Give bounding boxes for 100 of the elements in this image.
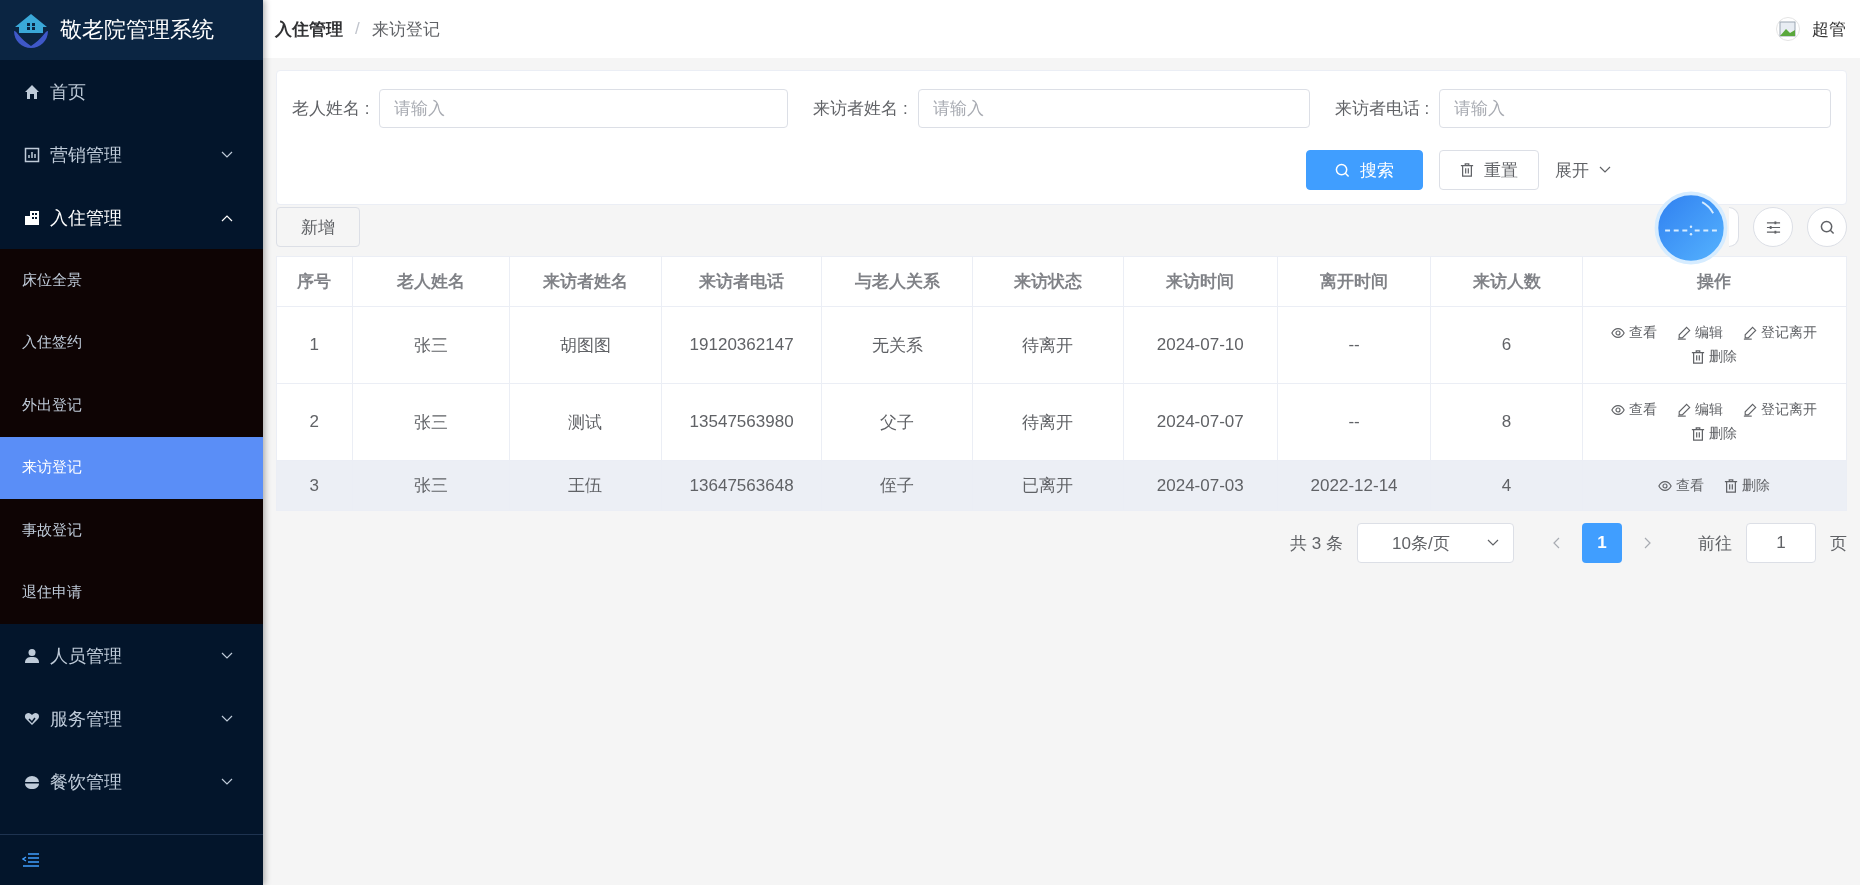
- delete-link[interactable]: 删除: [1691, 348, 1738, 366]
- page-suffix: 页: [1830, 532, 1847, 555]
- input-field[interactable]: 请输入: [917, 89, 1310, 128]
- menu-item[interactable]: 营销管理: [0, 123, 263, 186]
- column-header: 来访者电话: [661, 256, 822, 307]
- pencil-icon: [1743, 326, 1758, 340]
- chevron-down-icon: [1599, 166, 1611, 174]
- reset-button[interactable]: 重置: [1439, 150, 1539, 190]
- pencil-icon: [1743, 403, 1758, 417]
- submenu-item[interactable]: 事故登记: [0, 499, 263, 562]
- eye-icon: [1611, 403, 1626, 417]
- table-cell: 待离开: [972, 383, 1124, 461]
- column-header: 操作: [1582, 256, 1847, 307]
- table-cell: 侄子: [822, 460, 973, 511]
- table-cell: 王伍: [509, 460, 662, 511]
- table-cell: 2022-12-14: [1277, 460, 1431, 511]
- view-link[interactable]: 查看: [1611, 324, 1658, 342]
- field-label: 来访者姓名 :: [813, 98, 908, 120]
- edit-link[interactable]: 登记离开: [1743, 401, 1818, 419]
- broken-image-icon: [1776, 17, 1800, 41]
- building-icon: [24, 209, 40, 226]
- bar-chart-icon: [24, 146, 40, 163]
- table-cell: 2024-07-03: [1123, 460, 1278, 511]
- menu-fold-icon[interactable]: [22, 853, 40, 867]
- search-toggle-button[interactable]: [1807, 207, 1847, 247]
- table-cell: 13547563980: [661, 383, 822, 461]
- column-header: 来访时间: [1123, 256, 1278, 307]
- menu-item[interactable]: 服务管理: [0, 687, 263, 750]
- eye-icon: [1611, 326, 1626, 340]
- table-cell: 2: [276, 383, 353, 461]
- menu-item[interactable]: 餐饮管理: [0, 750, 263, 813]
- column-header: 来访人数: [1430, 256, 1583, 307]
- trash-icon: [1691, 350, 1706, 364]
- chevron-down-icon: [221, 777, 233, 786]
- submenu-item[interactable]: 外出登记: [0, 374, 263, 437]
- table-cell: 待离开: [972, 306, 1124, 384]
- user-name[interactable]: 超管: [1812, 17, 1846, 41]
- app-title: 敬老院管理系统: [60, 16, 214, 44]
- table-cell: 2024-07-07: [1123, 383, 1278, 461]
- column-header: 离开时间: [1277, 256, 1431, 307]
- total-count: 共 3 条: [1290, 532, 1343, 555]
- chevron-down-icon: [221, 651, 233, 660]
- submenu-item[interactable]: 床位全景: [0, 249, 263, 312]
- home-icon: [24, 83, 40, 100]
- table-cell: 无关系: [822, 306, 973, 384]
- chevron-left-icon: [1552, 537, 1560, 549]
- page-input[interactable]: 1: [1746, 523, 1816, 563]
- edit-link[interactable]: 编辑: [1677, 324, 1724, 342]
- field-label: 来访者电话 :: [1334, 98, 1430, 120]
- pencil-icon: [1677, 403, 1692, 417]
- bowl-icon: [24, 773, 40, 790]
- input-field[interactable]: 请输入: [1439, 89, 1831, 128]
- delete-link[interactable]: 删除: [1691, 425, 1738, 443]
- edit-link[interactable]: 编辑: [1677, 401, 1724, 419]
- table-cell: 3: [276, 460, 353, 511]
- page-size-select[interactable]: 10条/页: [1357, 523, 1514, 563]
- pencil-icon: [1677, 326, 1692, 340]
- logo-icon: [12, 11, 50, 49]
- submenu-item[interactable]: 入住签约: [0, 311, 263, 374]
- eye-icon: [1658, 478, 1673, 493]
- breadcrumb-item: 来访登记: [371, 18, 440, 41]
- table-cell: 张三: [352, 383, 510, 461]
- add-button[interactable]: 新增: [276, 207, 360, 247]
- chevron-down-icon: [1487, 539, 1499, 547]
- table-cell: 张三: [352, 306, 510, 384]
- edit-link[interactable]: 登记离开: [1743, 324, 1818, 342]
- breadcrumb-item[interactable]: 入住管理: [275, 17, 343, 41]
- column-header: 来访者姓名: [509, 256, 662, 307]
- table-cell: --: [1277, 306, 1431, 384]
- column-header: 老人姓名: [352, 256, 510, 307]
- menu-item[interactable]: 人员管理: [0, 624, 263, 687]
- trash-icon: [1724, 478, 1739, 493]
- column-header: 来访状态: [972, 256, 1124, 307]
- field-label: 老人姓名 :: [292, 98, 370, 120]
- submenu-item[interactable]: 退住申请: [0, 561, 263, 624]
- table-cell: 4: [1430, 460, 1583, 511]
- person-icon: [24, 647, 40, 664]
- delete-link[interactable]: 删除: [1724, 476, 1771, 495]
- column-header: 序号: [276, 256, 353, 307]
- search-icon: [1335, 162, 1350, 178]
- table-cell: 13647563648: [661, 460, 822, 511]
- table-cell: 2024-07-10: [1123, 306, 1278, 384]
- view-link[interactable]: 查看: [1658, 476, 1705, 495]
- menu-item[interactable]: 入住管理: [0, 186, 263, 249]
- expand-button[interactable]: 展开: [1555, 150, 1611, 190]
- view-link[interactable]: 查看: [1611, 401, 1658, 419]
- table-cell: 胡图图: [509, 306, 662, 384]
- input-field[interactable]: 请输入: [379, 89, 789, 128]
- column-settings-button[interactable]: [1753, 207, 1793, 247]
- floating-ball-icon[interactable]: [1654, 191, 1728, 265]
- column-header: 与老人关系: [822, 256, 973, 307]
- trash-icon: [1460, 163, 1474, 177]
- table-cell: 张三: [352, 460, 510, 511]
- table-cell: 1: [276, 306, 353, 384]
- goto-label: 前往: [1698, 532, 1732, 555]
- breadcrumb-separator: /: [355, 19, 360, 39]
- table-cell: --: [1277, 383, 1431, 461]
- table-cell: 6: [1430, 306, 1583, 384]
- menu-item[interactable]: 首页: [0, 60, 263, 123]
- chevron-right-icon: [1644, 537, 1652, 549]
